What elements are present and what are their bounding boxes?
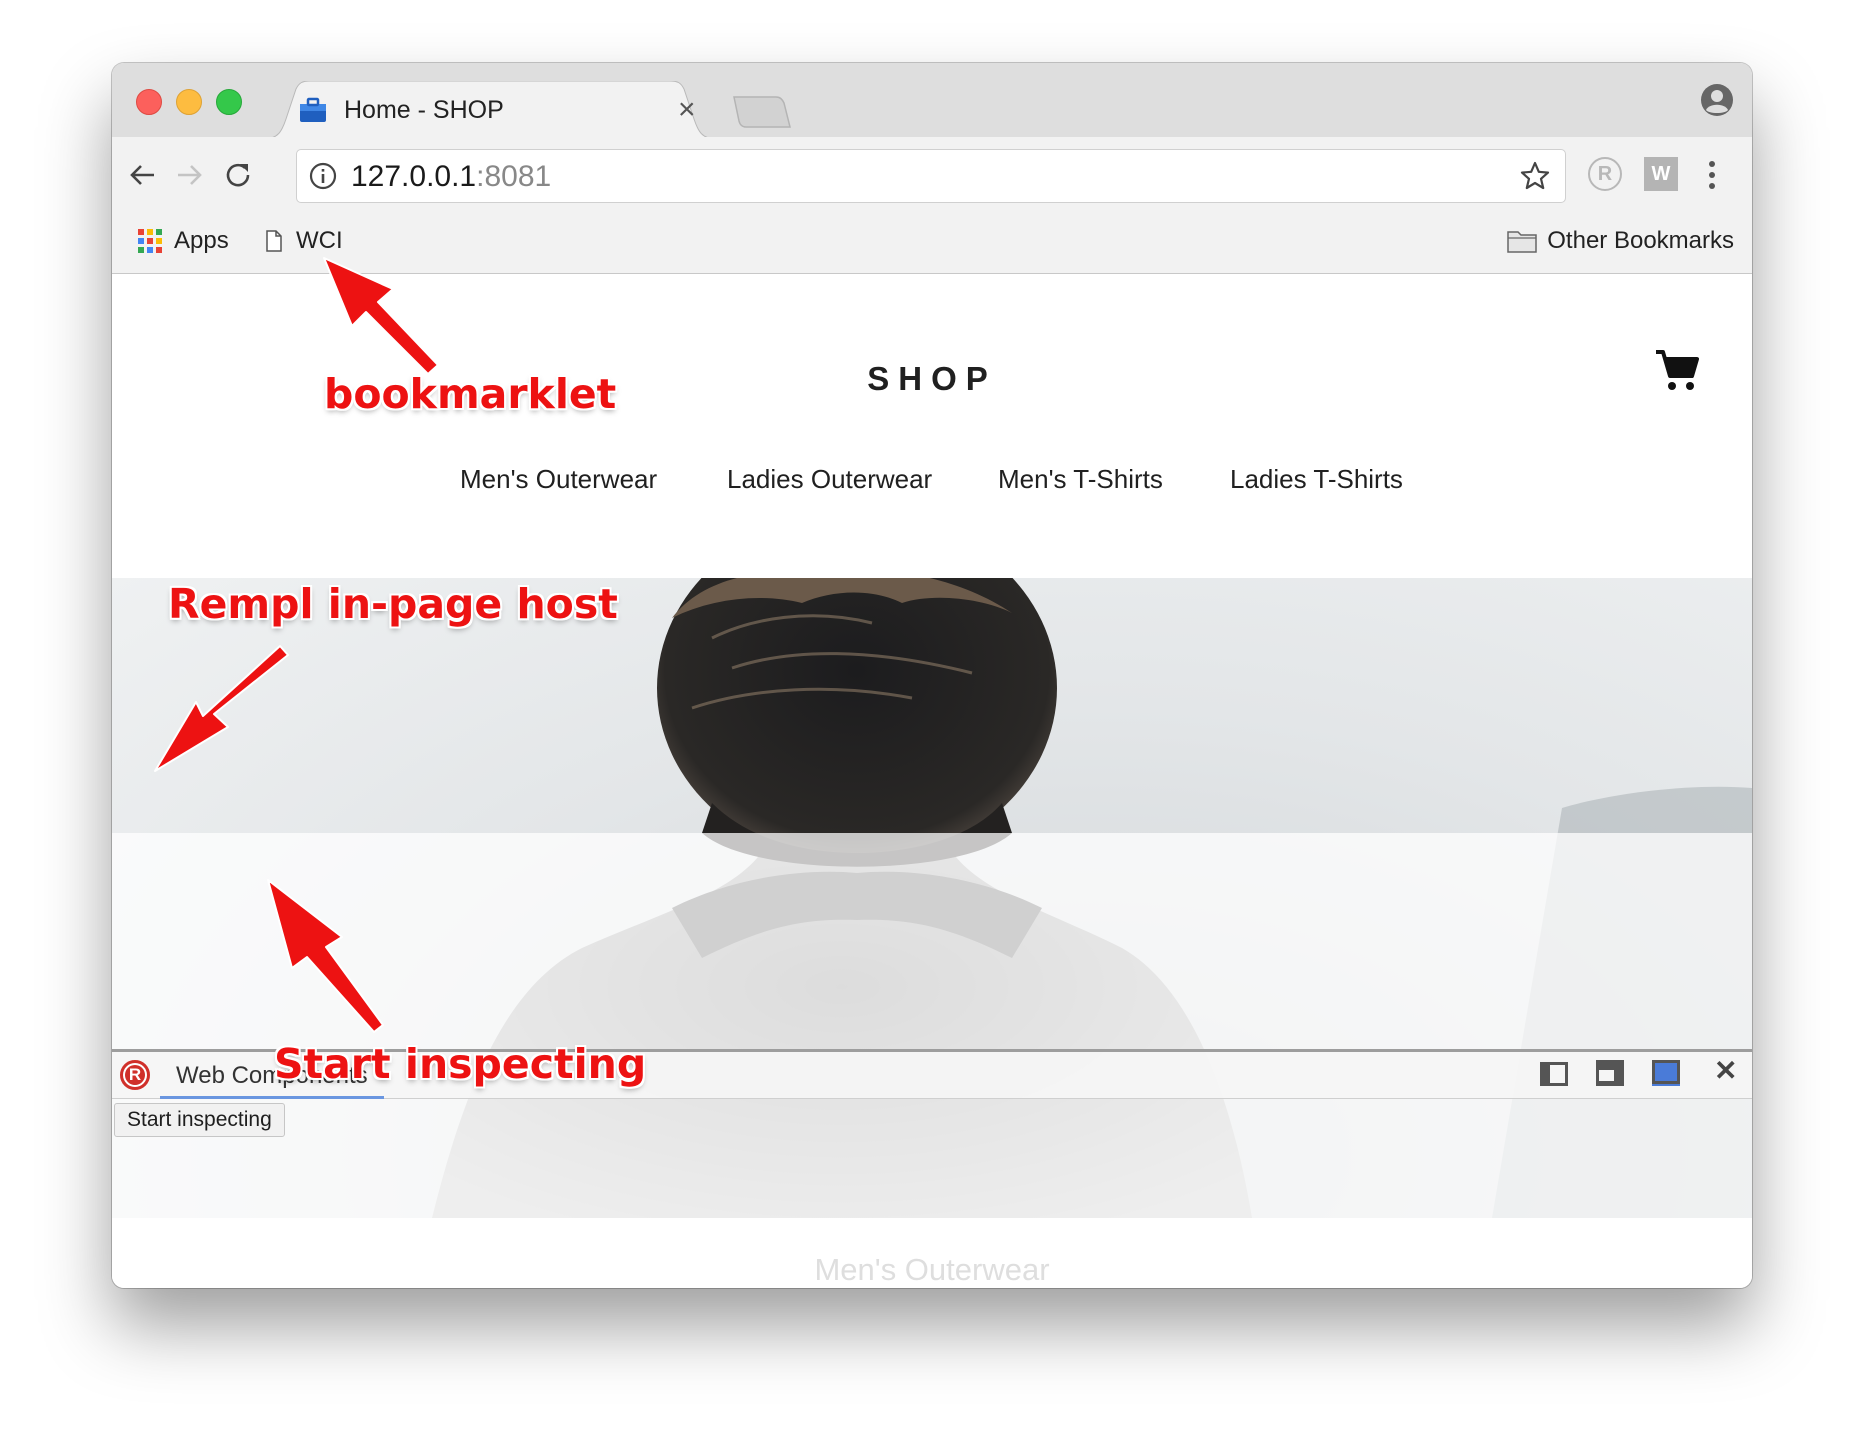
- shop-nav: Men's Outerwear Ladies Outerwear Men's T…: [112, 458, 1752, 518]
- bookmark-apps-label: Apps: [174, 227, 229, 254]
- bookmark-other[interactable]: Other Bookmarks: [1507, 227, 1734, 255]
- tab-close-icon[interactable]: ×: [678, 93, 696, 127]
- w-extension-icon[interactable]: W: [1644, 157, 1678, 191]
- more-menu-icon[interactable]: [1702, 155, 1722, 195]
- bookmark-apps[interactable]: Apps: [138, 227, 229, 255]
- url-text: 127.0.0.1:8081: [351, 160, 551, 194]
- address-bar[interactable]: 127.0.0.1:8081: [296, 149, 1566, 203]
- bookmark-wci[interactable]: WCI: [266, 227, 343, 255]
- browser-window: Home - SHOP × 127.0.0.1:8081 R W Apps WC…: [112, 63, 1752, 1288]
- nav-mens-outerwear[interactable]: Men's Outerwear: [460, 464, 657, 495]
- profile-icon[interactable]: [1700, 83, 1734, 117]
- layout-window-icon[interactable]: [1652, 1060, 1680, 1084]
- layout-right-icon[interactable]: [1596, 1060, 1624, 1084]
- page-icon: [266, 230, 282, 252]
- rempl-extension-icon[interactable]: R: [1588, 157, 1622, 191]
- nav-ladies-outerwear[interactable]: Ladies Outerwear: [727, 464, 932, 495]
- cart-icon[interactable]: [1654, 348, 1700, 394]
- layout-left-icon[interactable]: [1540, 1062, 1568, 1086]
- info-icon[interactable]: [309, 162, 337, 190]
- rempl-logo-icon: R: [120, 1060, 150, 1090]
- web-page: SHOP Men's Outerwear Ladies Outerwear Me…: [112, 274, 1752, 1288]
- nav-mens-tshirts[interactable]: Men's T-Shirts: [998, 464, 1163, 495]
- folder-icon: [1507, 231, 1538, 253]
- reload-icon: [226, 163, 250, 187]
- forward-button[interactable]: [170, 155, 210, 195]
- bookmarks-bar: Apps WCI Other Bookmarks: [112, 217, 1752, 273]
- new-tab-button[interactable]: [732, 95, 792, 129]
- tab-home-shop[interactable]: Home - SHOP ×: [264, 81, 716, 139]
- maximize-window-button[interactable]: [216, 89, 242, 115]
- browser-toolbar: 127.0.0.1:8081 R W Apps WCI Other Bookma…: [112, 137, 1752, 274]
- nav-ladies-tshirts[interactable]: Ladies T-Shirts: [1230, 464, 1403, 495]
- bookmark-star-icon[interactable]: [1519, 160, 1551, 192]
- rempl-close-icon[interactable]: ✕: [1714, 1054, 1737, 1087]
- minimize-window-button[interactable]: [176, 89, 202, 115]
- annotation-inspect: Start inspecting: [274, 1040, 647, 1088]
- arrow-right-icon: [178, 165, 202, 185]
- close-window-button[interactable]: [136, 89, 162, 115]
- shop-favicon-icon: [300, 97, 326, 122]
- url-port: :8081: [476, 160, 552, 193]
- apps-grid-icon: [138, 229, 162, 253]
- arrow-left-icon: [130, 165, 154, 185]
- start-inspecting-button[interactable]: Start inspecting: [114, 1103, 285, 1137]
- tab-title: Home - SHOP: [344, 96, 504, 124]
- annotation-host: Rempl in-page host: [168, 580, 618, 628]
- url-host: 127.0.0.1: [351, 160, 477, 193]
- bookmark-other-label: Other Bookmarks: [1547, 227, 1734, 254]
- annotation-bookmarklet: bookmarklet: [324, 370, 617, 418]
- reload-button[interactable]: [218, 155, 258, 195]
- bookmark-wci-label: WCI: [296, 227, 343, 254]
- tab-strip: Home - SHOP ×: [112, 63, 1752, 139]
- back-button[interactable]: [122, 155, 162, 195]
